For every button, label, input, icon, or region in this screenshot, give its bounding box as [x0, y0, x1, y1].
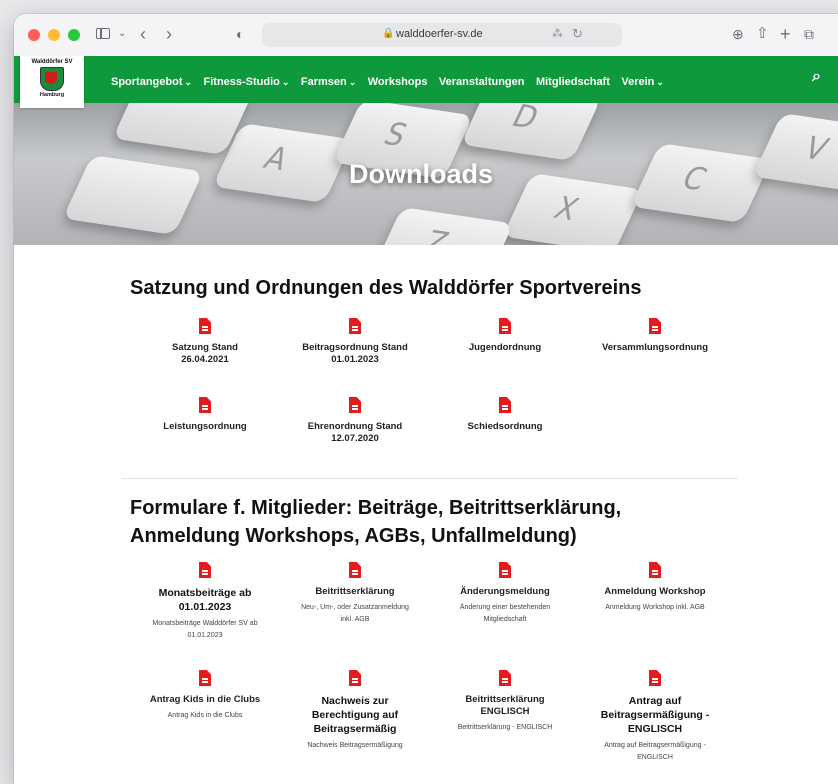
pdf-icon: [349, 562, 361, 578]
section-title-satzung: Satzung und Ordnungen des Walddörfer Spo…: [130, 277, 642, 299]
pdf-icon: [349, 670, 361, 686]
download-beitrittserklaerung-englisch[interactable]: Beitrittserklärung ENGLISCH Beitrittserk…: [430, 670, 580, 734]
search-icon[interactable]: ⌕: [812, 68, 821, 86]
section-title-formulare-line1: Formulare f. Mitglieder: Beiträge, Beitr…: [130, 497, 622, 519]
nav-item-sportangebot[interactable]: Sportangebot ⌄: [111, 76, 192, 88]
download-anmeldung-workshop[interactable]: Anmeldung Workshop Anmeldung Workshop in…: [580, 562, 730, 614]
close-window-button[interactable]: [28, 29, 40, 41]
club-logo[interactable]: Walddörfer SV Hamburg: [20, 56, 84, 108]
download-beitragsermaessigung-englisch[interactable]: Antrag auf Beitragsermäßigung - ENGLISCH…: [580, 670, 730, 764]
downloads-content: Satzung und Ordnungen des Walddörfer Spo…: [14, 245, 838, 784]
pdf-icon: [499, 318, 511, 334]
download-kids-in-die-clubs[interactable]: Antrag Kids in die Clubs Antrag Kids in …: [130, 670, 280, 722]
sidebar-toggle-icon[interactable]: [96, 24, 112, 44]
reload-icon[interactable]: ↻: [572, 26, 583, 42]
browser-toolbar: ⌄ ‹ › ◐ 🔒 walddoerfer-sv.de ⁂ ↻ ⊕ ⇧ + ⧉: [14, 14, 838, 57]
back-button[interactable]: ‹: [140, 24, 146, 44]
pdf-icon: [199, 670, 211, 686]
download-beitragsordnung[interactable]: Beitragsordnung Stand 01.01.2023: [280, 318, 430, 366]
keyboard-key: D: [460, 103, 602, 161]
download-icon[interactable]: ⊕: [732, 24, 744, 44]
new-tab-button[interactable]: +: [780, 24, 791, 44]
download-leistungsordnung[interactable]: Leistungsordnung: [130, 397, 280, 433]
zoom-window-button[interactable]: [68, 29, 80, 41]
nav-item-farmsen[interactable]: Farmsen ⌄: [301, 76, 356, 88]
pdf-icon: [649, 670, 661, 686]
chevron-down-icon[interactable]: ⌄: [118, 24, 126, 44]
keyboard-key: Z: [372, 207, 514, 245]
chevron-down-icon: ⌄: [348, 77, 357, 87]
share-icon[interactable]: ⇧: [756, 24, 769, 44]
crest-icon: [40, 67, 64, 91]
address-url: walddoerfer-sv.de: [396, 28, 483, 40]
minimize-window-button[interactable]: [48, 29, 60, 41]
pdf-icon: [499, 562, 511, 578]
logo-city: Hamburg: [39, 92, 65, 98]
pdf-icon: [649, 562, 661, 578]
lock-icon: 🔒: [382, 28, 395, 39]
page-title: Downloads: [348, 159, 493, 189]
pdf-icon: [499, 397, 511, 413]
address-bar[interactable]: 🔒 walddoerfer-sv.de ⁂ ↻: [262, 23, 622, 47]
nav-item-fitness-studio[interactable]: Fitness-Studio ⌄: [204, 76, 290, 88]
download-ehrenordnung[interactable]: Ehrenordnung Stand 12.07.2020: [280, 397, 430, 445]
tab-overview-icon[interactable]: ⧉: [804, 24, 814, 44]
pdf-icon: [349, 318, 361, 334]
download-beitrittserklaerung[interactable]: Beitrittserklärung Neu-, Um-, oder Zusat…: [280, 562, 430, 626]
download-nachweis-berechtigung[interactable]: Nachweis zur Berechtigung auf Beitragser…: [280, 670, 430, 752]
pdf-icon: [199, 562, 211, 578]
download-versammlungsordnung[interactable]: Versammlungsordnung: [580, 318, 730, 354]
pdf-icon: [199, 397, 211, 413]
pdf-icon: [199, 318, 211, 334]
site-nav: Walddörfer SV Hamburg Sportangebot ⌄ Fitn…: [14, 56, 838, 108]
forward-button[interactable]: ›: [166, 24, 172, 44]
chevron-down-icon: ⌄: [656, 77, 664, 87]
nav-item-mitgliedschaft[interactable]: Mitgliedschaft: [536, 76, 610, 88]
download-monatsbeitraege[interactable]: Monatsbeiträge ab 01.01.2023 Monatsbeitr…: [130, 562, 280, 642]
chevron-down-icon: ⌄: [184, 77, 193, 87]
chevron-down-icon: ⌄: [281, 77, 290, 87]
nav-item-veranstaltungen[interactable]: Veranstaltungen: [439, 76, 525, 88]
nav-item-verein[interactable]: Verein ⌄: [621, 76, 664, 88]
pdf-icon: [649, 318, 661, 334]
privacy-shield-icon[interactable]: ◐: [236, 24, 244, 44]
section-title-formulare-line2: Anmeldung Workshops, AGBs, Unfallmeldung…: [130, 525, 577, 547]
download-satzung[interactable]: Satzung Stand 26.04.2021: [130, 318, 280, 366]
download-jugendordnung[interactable]: Jugendordnung: [430, 318, 580, 354]
browser-window: ⌄ ‹ › ◐ 🔒 walddoerfer-sv.de ⁂ ↻ ⊕ ⇧ + ⧉ …: [14, 14, 838, 784]
download-schiedsordnung[interactable]: Schiedsordnung: [430, 397, 580, 433]
download-aenderungsmeldung[interactable]: Änderungsmeldung Änderung einer bestehen…: [430, 562, 580, 626]
pdf-icon: [349, 397, 361, 413]
logo-title: Walddörfer SV: [31, 59, 73, 65]
nav-item-workshops[interactable]: Workshops: [368, 76, 428, 88]
hero-banner: A S D X C V Z Downloads: [14, 103, 838, 245]
translate-icon[interactable]: ⁂: [552, 27, 563, 40]
nav-menu: Sportangebot ⌄ Fitness-Studio ⌄ Farmsen ⌄ W…: [111, 72, 671, 90]
pdf-icon: [499, 670, 511, 686]
section-divider: [122, 478, 738, 479]
